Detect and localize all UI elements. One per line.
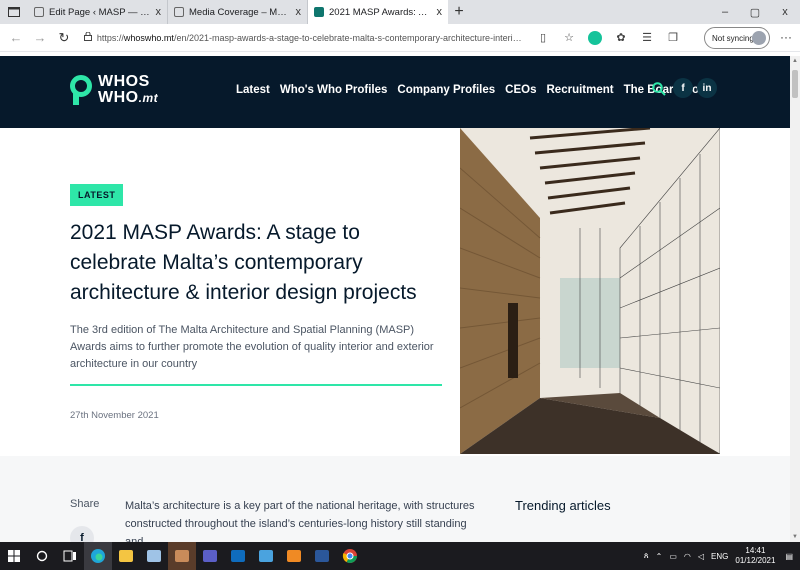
article-body-text: Malta’s architecture is a key part of th… [125,500,475,542]
clock[interactable]: 14:41 01/12/2021 [735,546,775,566]
battery-icon[interactable]: ▭ [669,552,677,561]
scrollbar-thumb[interactable] [792,70,798,98]
trending-articles-heading: Trending articles [515,498,611,513]
outlook-icon[interactable] [224,542,252,570]
network-icon[interactable]: ◠ [684,552,691,561]
chevron-up-icon[interactable]: ⌃ [656,552,663,561]
menu-item-latest[interactable]: Latest [236,84,270,96]
scroll-down-icon[interactable]: ▼ [792,534,798,540]
browser-tab-media-coverage[interactable]: Media Coverage – MASP x [168,0,308,24]
site-header: WHOS WHO.mt Latest Who's Who Profiles Co… [0,56,790,128]
page-scrollbar[interactable]: ▲ ▼ [790,56,800,542]
avatar [752,31,766,45]
refresh-icon[interactable]: ↻ [52,30,76,46]
menu-item-whos-who-profiles[interactable]: Who's Who Profiles [280,84,388,96]
teams-icon[interactable] [196,542,224,570]
new-tab-button[interactable]: + [448,0,470,24]
address-bar[interactable]: https://whoswho.mt/en/2021-masp-awards-a… [84,28,524,48]
minimize-button[interactable]: – [710,0,740,24]
browser-tab-wordpress[interactable]: Edit Page ‹ MASP — WordPress x [28,0,168,24]
close-tab-icon[interactable]: x [437,6,443,18]
orange-app-icon[interactable] [280,542,308,570]
whoswho-favicon-icon [314,7,324,17]
lock-icon [84,31,97,43]
file-explorer-icon[interactable] [112,542,140,570]
browser-essentials-icon[interactable]: ❐ [660,31,686,44]
logo-mark-icon [70,73,92,107]
language-indicator[interactable]: ENG [711,552,728,561]
article-standfirst: The 3rd edition of The Malta Architectur… [70,324,434,370]
address-bar-icons: ▯ ☆ ✿ ☰ ❐ [530,30,686,45]
article-date: 27th November 2021 [70,410,159,421]
photo-app-icon[interactable] [168,542,196,570]
tab-actions-icon[interactable] [0,0,28,24]
article-title: 2021 MASP Awards: A stage to celebrate M… [70,221,417,304]
search-icon[interactable] [28,542,56,570]
clock-time: 14:41 [745,546,766,555]
collections-icon[interactable]: ☰ [634,31,660,44]
grammarly-icon[interactable] [588,30,602,45]
profile-label: Not syncing [712,33,754,43]
tab-title: 2021 MASP Awards: A stage to c [329,6,433,18]
person-icon[interactable]: ጰ [644,551,649,561]
menu-item-company-profiles[interactable]: Company Profiles [397,84,495,96]
clock-date: 01/12/2021 [735,556,776,565]
tab-title: Edit Page ‹ MASP — WordPress [49,6,152,18]
volume-icon[interactable]: ◁ [698,552,704,561]
window-controls: – ▢ x [710,0,800,24]
browser-toolbar: ← → ↻ https://whoswho.mt/en/2021-masp-aw… [0,24,800,52]
whoswho-logo[interactable]: WHOS WHO.mt [70,73,158,107]
close-tab-icon[interactable]: x [156,6,162,18]
close-window-button[interactable]: x [770,0,800,24]
favorites-add-icon[interactable]: ☆ [556,31,582,44]
system-tray: ጰ ⌃ ▭ ◠ ◁ ENG 14:41 01/12/2021 ▤ [644,542,800,570]
windows-taskbar: ጰ ⌃ ▭ ◠ ◁ ENG 14:41 01/12/2021 ▤ [0,542,800,570]
url-text: https://whoswho.mt/en/2021-masp-awards-a… [96,32,524,43]
forward-icon[interactable]: → [28,30,52,45]
masp-favicon-icon [174,7,184,17]
hero-image [460,128,720,454]
reading-view-icon[interactable]: ▯ [530,31,556,44]
more-icon[interactable]: ··· [780,30,792,44]
windows-start-icon[interactable] [0,542,28,570]
search-icon[interactable] [652,82,666,96]
edge-browser-icon[interactable] [84,542,112,570]
wordpress-favicon-icon [34,7,44,17]
logo-text: WHOS WHO.mt [98,73,159,106]
notes-app-icon[interactable] [140,542,168,570]
facebook-icon[interactable]: f [673,78,693,98]
photos-icon[interactable] [252,542,280,570]
word-icon[interactable] [308,542,336,570]
close-tab-icon[interactable]: x [296,6,302,18]
task-view-icon[interactable] [56,542,84,570]
extensions-icon[interactable]: ✿ [608,31,634,44]
scroll-up-icon[interactable]: ▲ [792,58,798,64]
main-menu: Latest Who's Who Profiles Company Profil… [236,84,719,96]
chrome-icon[interactable] [336,542,364,570]
browser-tab-article[interactable]: 2021 MASP Awards: A stage to c x [308,0,448,24]
menu-item-recruitment[interactable]: Recruitment [547,84,614,96]
category-badge[interactable]: LATEST [70,184,124,206]
share-label: Share [70,498,100,510]
profile-button[interactable]: Not syncing [704,27,770,49]
linkedin-icon[interactable]: in [697,78,717,98]
divider [70,384,442,386]
back-icon[interactable]: ← [4,30,28,45]
menu-item-ceos[interactable]: CEOs [505,84,536,96]
tab-title: Media Coverage – MASP [189,6,292,18]
restore-button[interactable]: ▢ [740,0,770,24]
notifications-icon[interactable]: ▤ [785,552,793,561]
browser-tab-strip: Edit Page ‹ MASP — WordPress x Media Cov… [0,0,800,24]
